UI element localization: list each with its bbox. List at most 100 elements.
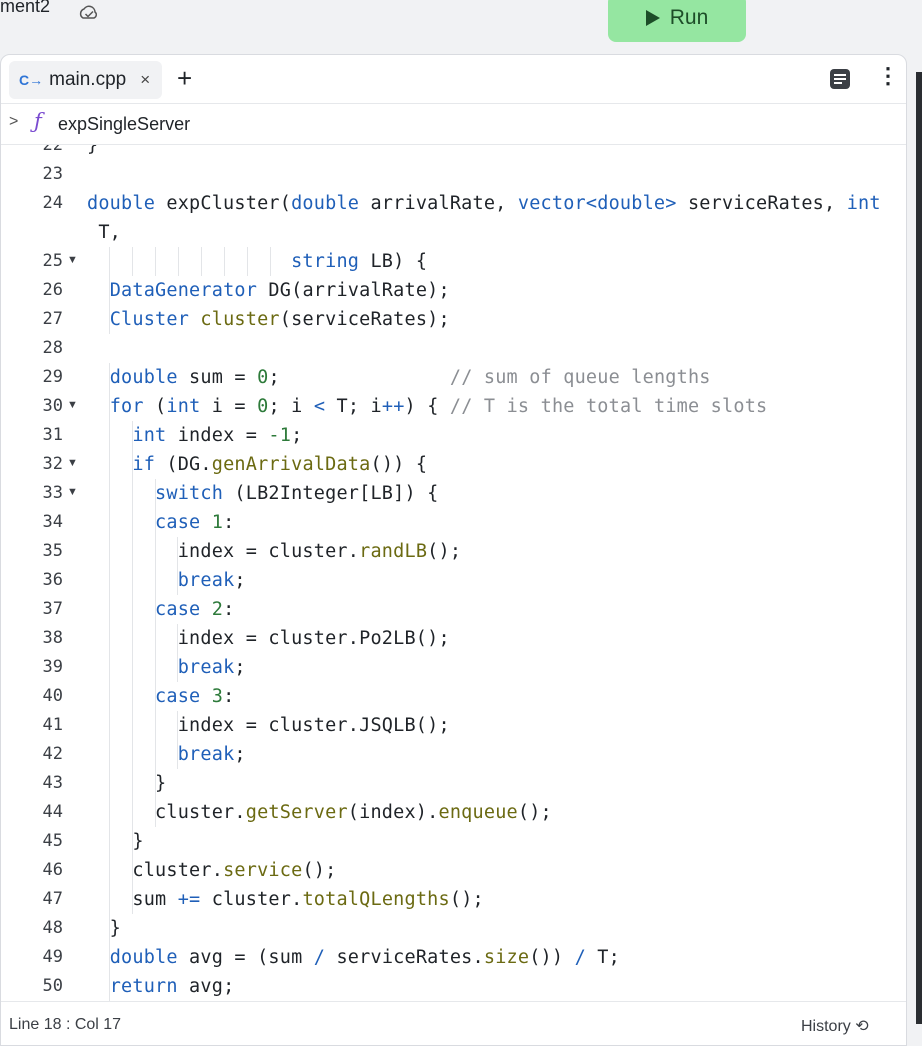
run-button[interactable]: Run [608,0,746,42]
line-number: 39 [42,657,63,677]
line-number: 40 [42,686,63,706]
code-line[interactable]: 45 } [1,827,906,856]
line-number: 48 [42,918,63,938]
code-line[interactable]: 22} [1,145,906,160]
project-name[interactable]: ment2 [0,0,50,17]
code-text: for (int i = 0; i < T; i++) { // T is th… [109,396,768,417]
code-text: case 2: [155,599,235,620]
code-line[interactable]: 36 break; [1,566,906,595]
code-line[interactable]: 39 break; [1,653,906,682]
code-line[interactable]: 49 double avg = (sum / serviceRates.size… [1,943,906,972]
line-number: 37 [42,599,63,619]
code-text: double expCluster(double arrivalRate, ve… [87,193,881,214]
line-number: 23 [42,164,63,184]
code-line[interactable]: 35 index = cluster.randLB(); [1,537,906,566]
line-number: 45 [42,831,63,851]
line-number: 27 [42,309,63,329]
code-line[interactable]: 24 double expCluster(double arrivalRate, … [1,189,906,218]
breadcrumb: > ƒ expSingleServer [1,104,906,145]
code-text: cluster.getServer(index).enqueue(); [87,802,552,823]
line-number: 50 [42,976,63,996]
code-text: index = cluster.randLB(); [87,541,462,562]
code-line[interactable]: 32 ▼ if (DG.genArrivalData()) { [1,450,906,479]
more-options-button[interactable]: ⋮ [877,63,899,89]
code-text: double avg = (sum / serviceRates.size())… [109,947,620,968]
side-panel-edge [916,72,922,1024]
line-number: 42 [42,744,63,764]
line-number: 24 [42,193,63,213]
line-number: 49 [42,947,63,967]
editor-panel: C→ main.cpp × + ⋮ > ƒ expSingleServer 22… [0,54,907,1046]
code-text: switch (LB2Integer[LB]) { [155,483,439,504]
code-text: index = cluster.JSQLB(); [87,715,450,736]
outline-icon[interactable] [830,69,850,89]
code-text: int index = -1; [132,425,303,446]
code-line[interactable]: T, [1,218,906,247]
line-number: 22 [42,145,63,155]
line-number: 43 [42,773,63,793]
code-text: break; [177,744,246,765]
code-line[interactable]: 47 sum += cluster.totalQLengths(); [1,885,906,914]
play-icon [645,10,660,26]
code-line[interactable]: 34 case 1: [1,508,906,537]
cloud-check-icon[interactable] [79,5,99,23]
line-number: 30 [42,396,63,416]
code-line[interactable]: 33 ▼ switch (LB2Integer[LB]) { [1,479,906,508]
code-line[interactable]: 29 double sum = 0; // sum of queue lengt… [1,363,906,392]
add-tab-button[interactable]: + [177,63,192,93]
line-number: 25 [42,251,63,271]
code-line[interactable]: 48 } [1,914,906,943]
line-number: 47 [42,889,63,909]
chevron-right-icon[interactable]: > [9,113,18,131]
history-button[interactable]: History ⟲ [801,1016,869,1036]
run-label: Run [669,6,709,29]
fold-arrow-icon[interactable]: ▼ [67,254,78,266]
code-line[interactable]: 23 [1,160,906,189]
line-number: 35 [42,541,63,561]
cursor-position: Line 18 : Col 17 [9,1016,122,1033]
code-line[interactable]: 28 [1,334,906,363]
code-line[interactable]: 37 case 2: [1,595,906,624]
fold-arrow-icon[interactable]: ▼ [67,457,78,469]
code-text: break; [177,657,246,678]
code-line[interactable]: 25 ▼ string LB) { [1,247,906,276]
code-line[interactable]: 50 return avg; [1,972,906,1001]
line-number: 28 [42,338,63,358]
top-bar: ment2 Run [0,0,922,54]
code-line[interactable]: 41 index = cluster.JSQLB(); [1,711,906,740]
code-line[interactable]: 27 Cluster cluster(serviceRates); [1,305,906,334]
cpp-file-icon: C→ [19,72,44,88]
tab-main-cpp[interactable]: C→ main.cpp × [9,61,163,99]
code-editor[interactable]: 22} 23 24 double expCluster(double arrivalR… [1,145,906,1001]
code-line[interactable]: 43 } [1,769,906,798]
code-text: double sum = 0; // sum of queue lengths [109,367,711,388]
code-text: string LB) { [291,251,428,272]
line-number: 46 [42,860,63,880]
code-line[interactable]: 44 cluster.getServer(index).enqueue(); [1,798,906,827]
code-line[interactable]: 30 ▼ for (int i = 0; i < T; i++) { // T i… [1,392,906,421]
code-line[interactable]: 46 cluster.service(); [1,856,906,885]
code-text: sum += cluster.totalQLengths(); [87,889,484,910]
code-text: return avg; [109,976,235,997]
code-line[interactable]: 38 index = cluster.Po2LB(); [1,624,906,653]
close-icon[interactable]: × [140,70,150,90]
line-number: 41 [42,715,63,735]
line-number: 38 [42,628,63,648]
code-line[interactable]: 31 int index = -1; [1,421,906,450]
line-number: 34 [42,512,63,532]
code-text: index = cluster.Po2LB(); [87,628,450,649]
code-text: Cluster cluster(serviceRates); [109,309,450,330]
code-line[interactable]: 26 DataGenerator DG(arrivalRate); [1,276,906,305]
code-text: } [87,145,99,156]
code-text: if (DG.genArrivalData()) { [132,454,428,475]
code-text: cluster.service(); [87,860,337,881]
breadcrumb-label[interactable]: expSingleServer [58,114,190,135]
line-number: 26 [42,280,63,300]
line-number: 36 [42,570,63,590]
fold-arrow-icon[interactable]: ▼ [67,399,78,411]
code-line[interactable]: 40 case 3: [1,682,906,711]
code-line[interactable]: 42 break; [1,740,906,769]
fold-arrow-icon[interactable]: ▼ [67,486,78,498]
line-number: 33 [42,483,63,503]
tab-bar: C→ main.cpp × + ⋮ [1,55,906,104]
